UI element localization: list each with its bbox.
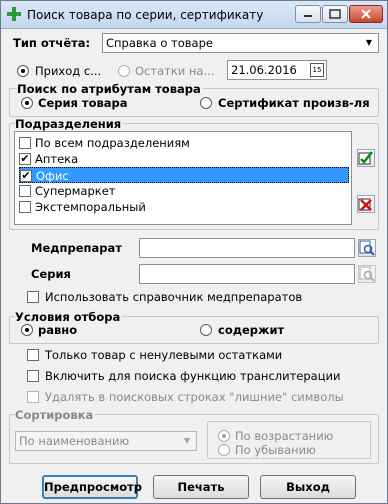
balance-radio[interactable] (118, 65, 130, 77)
series-radio-label[interactable]: Серия товара (38, 96, 128, 110)
check-all-icon (358, 151, 373, 165)
income-radio[interactable] (17, 65, 29, 77)
date-value: 21.06.2016 (231, 63, 297, 77)
dialog-window: Поиск товара по серии, сертификату Тип о… (0, 0, 388, 504)
contains-radio[interactable] (200, 324, 212, 336)
equals-radio[interactable] (21, 324, 33, 336)
uncheck-all-button[interactable] (357, 195, 375, 213)
series-search-button[interactable] (358, 265, 376, 283)
use-drug-reference-checkbox[interactable] (27, 291, 39, 303)
balance-radio-label[interactable]: Остатки на... (135, 64, 214, 78)
equals-radio-label[interactable]: равно (38, 323, 77, 337)
checkbox[interactable]: ✔ (20, 170, 32, 182)
list-item[interactable]: Экстемпоральный (19, 199, 349, 215)
drug-search-button[interactable] (358, 239, 376, 257)
descending-label[interactable]: По убыванию (235, 443, 316, 457)
certificate-radio-label[interactable]: Сертификат произв-ля (218, 96, 370, 110)
contains-radio-label[interactable]: содержит (218, 323, 284, 337)
transliteration-checkbox[interactable] (27, 370, 39, 382)
sorting-label: Сортировка (15, 408, 96, 422)
close-button[interactable] (349, 5, 383, 23)
checkbox[interactable]: ✔ (19, 153, 31, 165)
transliteration-label[interactable]: Включить для поиска функцию транслитерац… (45, 369, 341, 383)
checkbox[interactable] (19, 201, 31, 213)
exit-button[interactable]: Выход (260, 475, 356, 499)
report-type-value: Справка о товаре (106, 36, 213, 50)
ascending-label[interactable]: По возрастанию (235, 429, 333, 443)
income-radio-label[interactable]: Приход с... (35, 64, 101, 78)
series-radio[interactable] (21, 97, 33, 109)
divisions-list[interactable]: По всем подразделениям ✔ Аптека ✔ Офис С… (14, 131, 352, 225)
drug-field[interactable] (139, 238, 355, 258)
search-attributes-label: Поиск по атрибутам товара (17, 82, 203, 96)
filter-conditions-label: Условия отбора (15, 310, 123, 324)
sorting-select[interactable]: По наименованию ▼ (15, 431, 197, 451)
report-type-select[interactable]: Справка о товаре ▼ (102, 33, 379, 53)
minimize-button[interactable] (295, 5, 321, 23)
remove-extra-label[interactable]: Удалять в поисковых строках "лишние" сим… (45, 390, 344, 404)
check-all-button[interactable] (357, 149, 375, 167)
nonzero-only-label[interactable]: Только товар с ненулевыми остатками (45, 348, 282, 362)
date-field[interactable]: 21.06.2016 15 (227, 60, 327, 80)
list-item[interactable]: Супермаркет (19, 183, 349, 199)
list-item[interactable]: ✔ Аптека (19, 151, 349, 167)
drug-label: Медпрепарат (31, 241, 122, 255)
list-item[interactable]: ✔ Офис (19, 167, 349, 183)
app-cross-icon (7, 7, 21, 21)
preview-button[interactable]: Предпросмотр (42, 475, 142, 499)
remove-extra-checkbox[interactable] (27, 391, 39, 403)
series-label: Серия (31, 267, 71, 281)
window-title: Поиск товара по серии, сертификату (27, 8, 264, 22)
title-bar[interactable]: Поиск товара по серии, сертификату (1, 1, 387, 29)
checkbox[interactable] (19, 185, 31, 197)
search-icon (359, 240, 375, 256)
calendar-icon[interactable]: 15 (310, 63, 324, 77)
report-type-label: Тип отчёта: (13, 36, 91, 50)
descending-radio[interactable] (218, 444, 230, 456)
use-drug-reference-label[interactable]: Использовать справочник медпрепаратов (45, 290, 302, 304)
chevron-down-icon[interactable]: ▼ (362, 36, 376, 50)
maximize-button[interactable] (322, 5, 348, 23)
chevron-down-icon[interactable]: ▼ (180, 434, 194, 448)
list-item[interactable]: По всем подразделениям (19, 135, 349, 151)
certificate-radio[interactable] (200, 97, 212, 109)
nonzero-only-checkbox[interactable] (27, 349, 39, 361)
sorting-value: По наименованию (19, 434, 130, 448)
print-button[interactable]: Печать (153, 475, 249, 499)
ascending-radio[interactable] (218, 430, 230, 442)
checkbox[interactable] (19, 137, 31, 149)
divisions-label: Подразделения (15, 117, 124, 131)
search-icon (359, 266, 375, 282)
series-field[interactable] (139, 264, 355, 284)
uncheck-all-icon (358, 198, 372, 211)
